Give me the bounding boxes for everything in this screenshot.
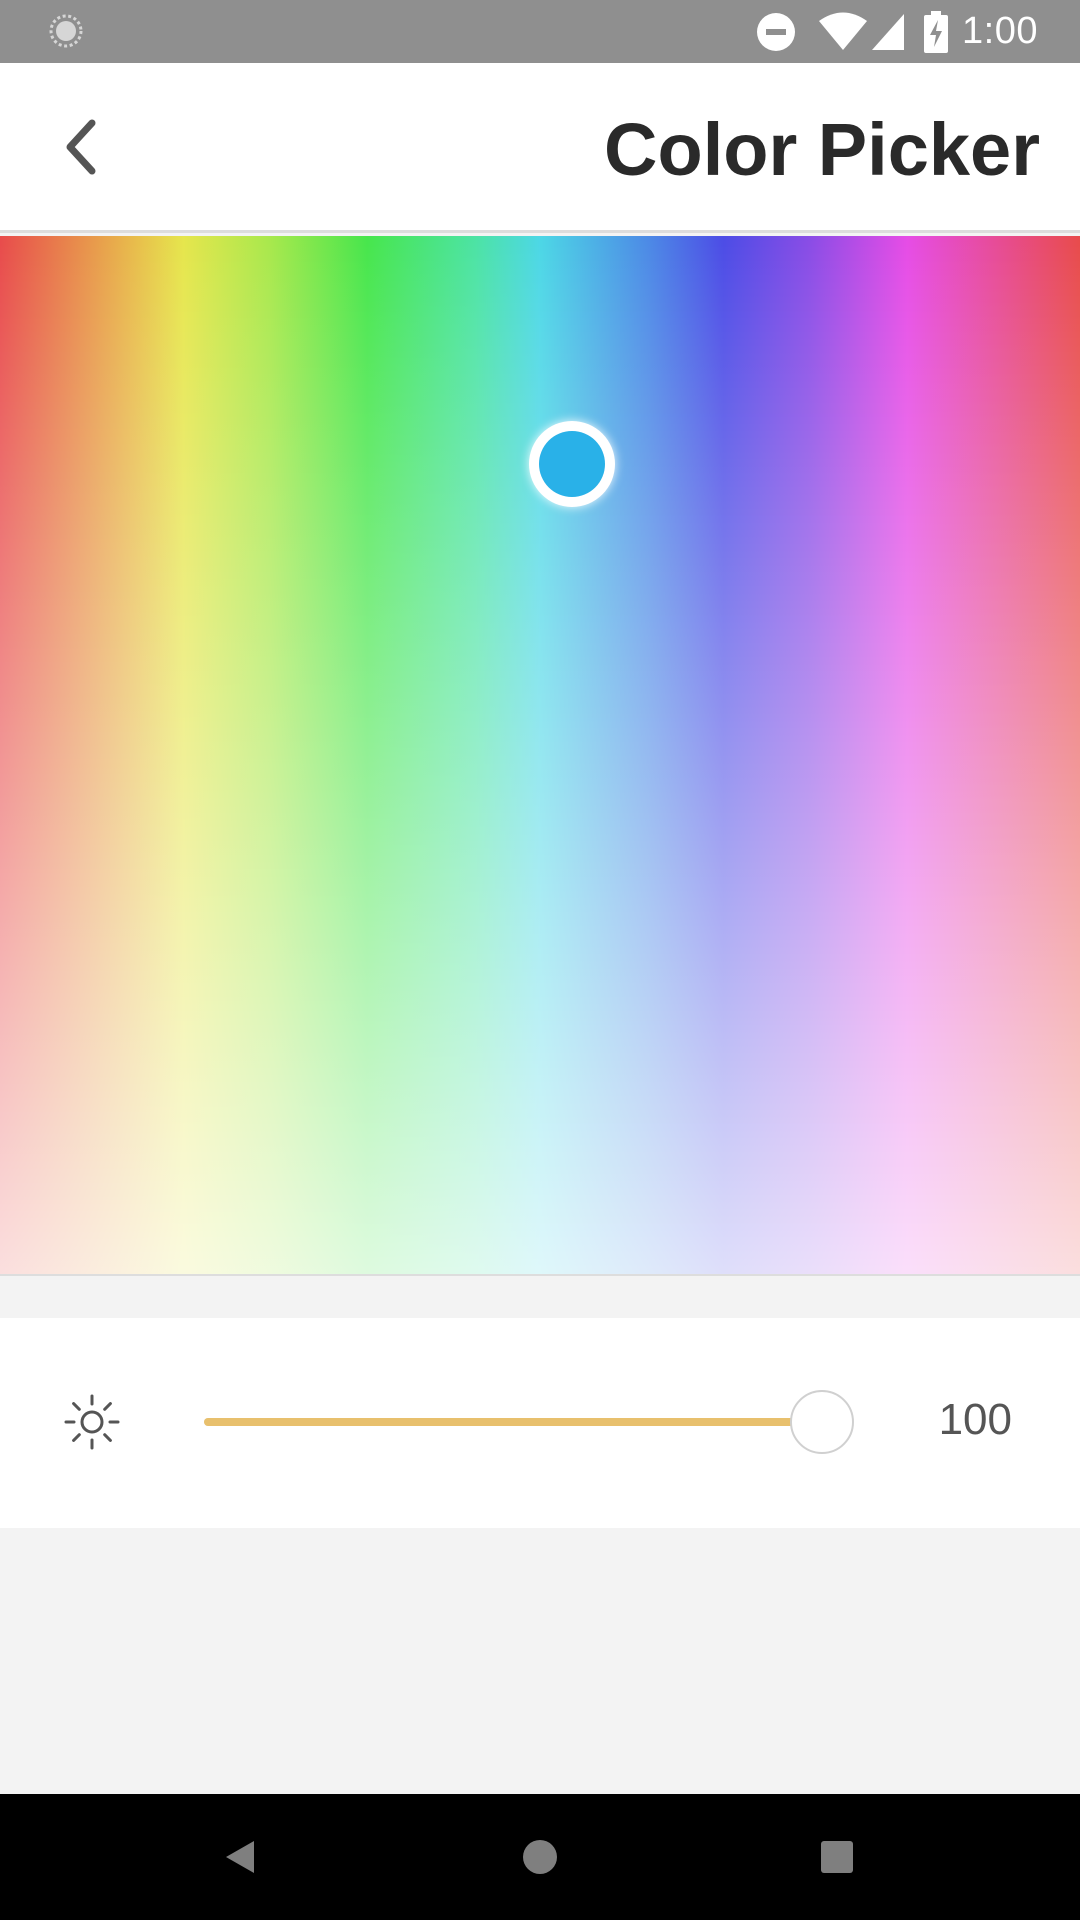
- back-button[interactable]: [48, 115, 112, 179]
- wifi-icon: [819, 12, 868, 50]
- brightness-panel: 100: [0, 1318, 1080, 1528]
- back-triangle-icon: [226, 1841, 254, 1873]
- page-title: Color Picker: [604, 108, 1040, 191]
- color-picker-handle[interactable]: [529, 421, 616, 508]
- brightness-slider-thumb[interactable]: [790, 1390, 854, 1454]
- home-circle-icon: [523, 1840, 557, 1874]
- do-not-disturb-icon: [757, 12, 796, 51]
- status-time: 1:00: [962, 10, 1038, 52]
- battery-charging-icon: [924, 10, 949, 53]
- color-spectrum[interactable]: [0, 236, 1080, 1276]
- nav-back-button[interactable]: [205, 1822, 275, 1892]
- navigation-bar: [0, 1794, 1080, 1920]
- status-icons: 1:00: [756, 0, 1038, 63]
- brightness-value: 100: [938, 1395, 1012, 1444]
- brightness-slider-fill: [204, 1418, 822, 1426]
- loading-icon: [49, 14, 83, 48]
- cell-signal-icon: [872, 13, 905, 50]
- chevron-left-icon: [66, 119, 96, 175]
- app-bar: Color Picker: [0, 63, 1080, 233]
- sun-icon: [64, 1394, 120, 1450]
- status-bar: 1:00: [0, 0, 1080, 63]
- recents-square-icon: [821, 1841, 853, 1873]
- nav-home-button[interactable]: [505, 1822, 575, 1892]
- selected-color-swatch: [539, 431, 606, 498]
- nav-recents-button[interactable]: [802, 1822, 872, 1892]
- brightness-slider[interactable]: [204, 1390, 854, 1454]
